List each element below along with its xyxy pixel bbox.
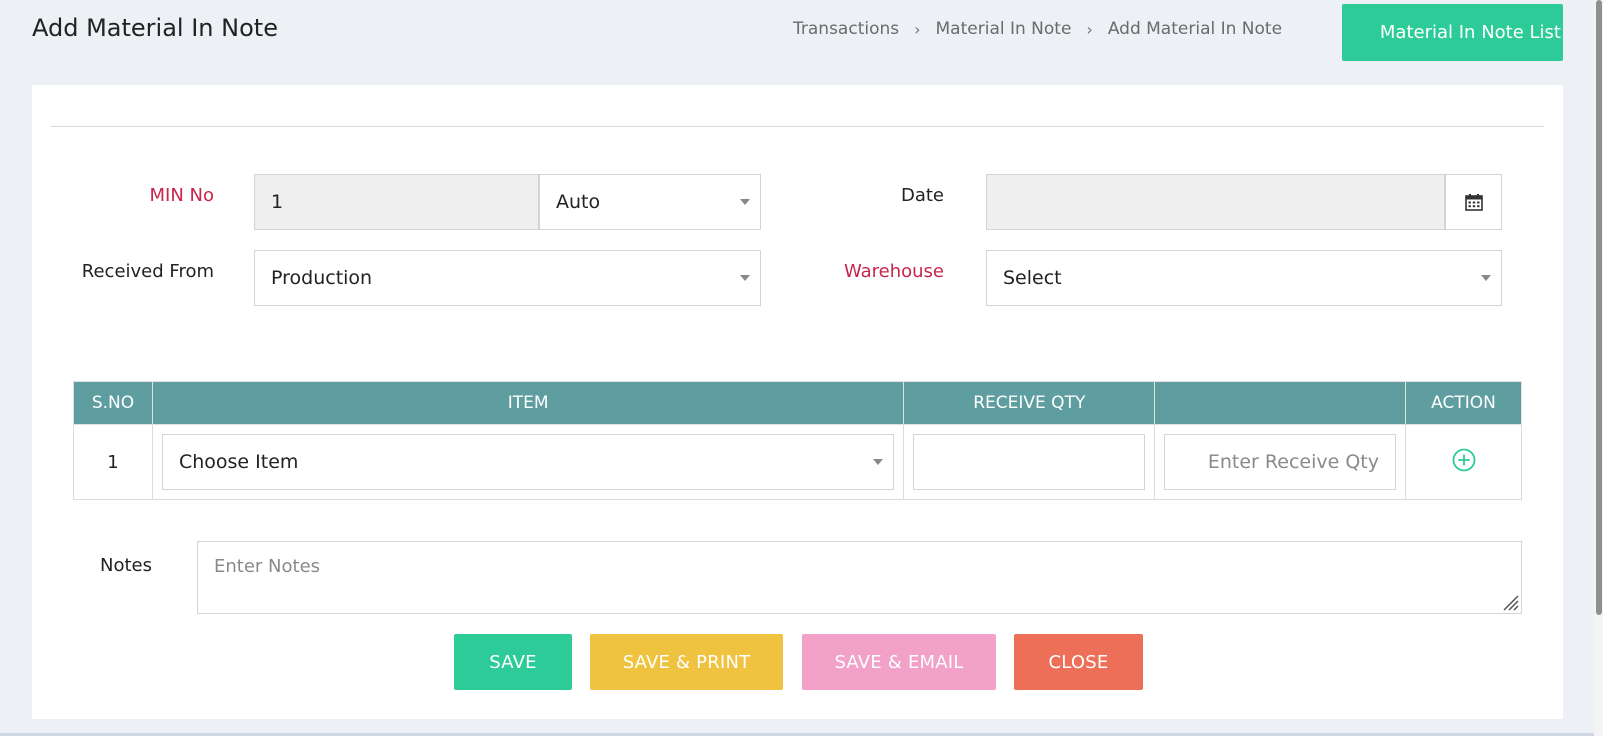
list-button-label: Material In Note List (1379, 22, 1561, 43)
save-button[interactable]: SAVE (454, 634, 572, 690)
min-no-mode-value: Auto (556, 191, 601, 213)
save-email-button[interactable]: SAVE & EMAIL (802, 634, 996, 690)
save-print-button[interactable]: SAVE & PRINT (590, 634, 783, 690)
scrollbar-thumb[interactable] (1596, 0, 1602, 615)
row-qty-cell (903, 424, 1156, 500)
warehouse-select[interactable]: Select (986, 250, 1502, 306)
caret-down-icon (1481, 275, 1491, 281)
breadcrumb: Transactions › Material In Note › Add Ma… (793, 19, 1282, 39)
close-button[interactable]: CLOSE (1014, 634, 1143, 690)
received-from-value: Production (271, 267, 373, 289)
header-sno: S.NO (73, 381, 153, 425)
choose-item-value: Choose Item (178, 451, 299, 473)
header-receive-qty: RECEIVE QTY (903, 381, 1156, 425)
page-title: Add Material In Note (32, 14, 278, 42)
table-row: 1 Choose Item Enter Receive Qty (73, 424, 1522, 500)
warehouse-label: Warehouse (843, 261, 944, 282)
row-action-cell (1405, 424, 1522, 500)
row-receive-qty-cell: Enter Receive Qty (1154, 424, 1406, 500)
received-from-label: Received From (81, 261, 214, 282)
caret-down-icon (740, 275, 750, 281)
caret-down-icon (740, 199, 750, 205)
min-no-field[interactable]: 1 (254, 174, 539, 230)
notes-textarea[interactable]: Enter Notes (197, 541, 1522, 614)
header-action: ACTION (1405, 381, 1522, 425)
breadcrumb-add-material-in-note: Add Material In Note (1107, 19, 1283, 39)
caret-down-icon (873, 459, 884, 465)
items-table: S.NO ITEM RECEIVE QTY ACTION 1 Choose It… (73, 381, 1522, 500)
date-field[interactable] (986, 174, 1445, 230)
choose-item-select[interactable]: Choose Item (161, 434, 895, 490)
notes-placeholder: Enter Notes (214, 556, 321, 577)
receive-qty-input[interactable]: Enter Receive Qty (1164, 434, 1396, 490)
add-circle-icon[interactable] (1452, 448, 1476, 472)
warehouse-value: Select (1003, 267, 1062, 289)
row-sno: 1 (73, 424, 153, 500)
received-from-select[interactable]: Production (254, 250, 761, 306)
breadcrumb-material-in-note[interactable]: Material In Note (936, 19, 1072, 39)
header-blank (1154, 381, 1406, 425)
material-in-note-list-button[interactable]: Material In Note List (1342, 4, 1563, 61)
scrollbar[interactable] (1594, 0, 1603, 736)
header-item: ITEM (151, 381, 905, 425)
resize-handle-icon[interactable] (1499, 591, 1519, 611)
chevron-right-icon: › (914, 19, 921, 39)
table-header-row: S.NO ITEM RECEIVE QTY ACTION (73, 381, 1522, 425)
date-label: Date (900, 185, 944, 206)
qty-input[interactable] (913, 434, 1146, 490)
breadcrumb-transactions[interactable]: Transactions (793, 19, 899, 39)
divider (51, 126, 1544, 127)
form-card: MIN No 1 Auto Date Received From Product… (32, 85, 1563, 719)
min-no-mode-select[interactable]: Auto (539, 174, 761, 230)
calendar-button[interactable] (1445, 174, 1502, 230)
chevron-right-icon: › (1086, 19, 1093, 39)
notes-label: Notes (100, 555, 152, 576)
calendar-icon (1464, 194, 1483, 211)
min-no-label: MIN No (149, 185, 214, 206)
row-item-cell: Choose Item (151, 424, 905, 500)
